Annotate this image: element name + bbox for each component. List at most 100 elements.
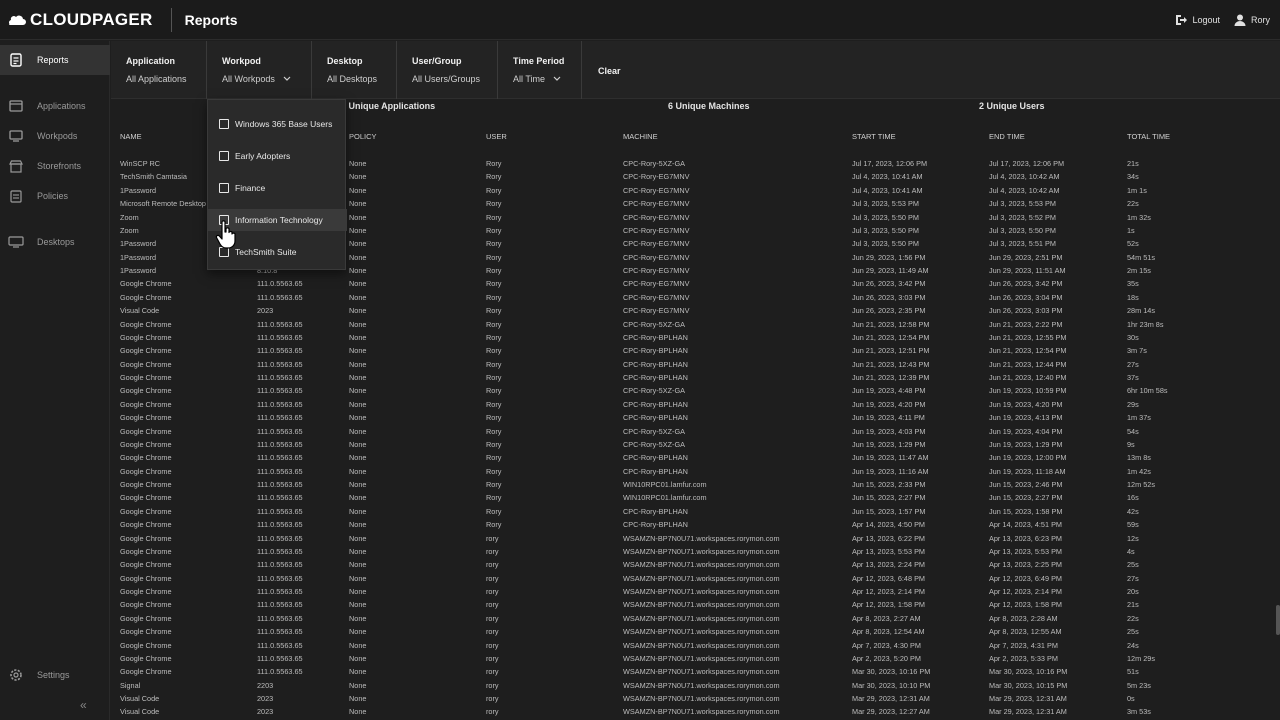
filter-workpod[interactable]: Workpod All Workpods xyxy=(207,41,312,99)
table-row[interactable]: Google Chrome 111.0.5563.65 None Rory CPC-Ro… xyxy=(111,519,1280,532)
table-row[interactable]: Google Chrome 111.0.5563.65 None Rory CPC-Ro… xyxy=(111,506,1280,519)
logout-button[interactable]: Logout xyxy=(1175,14,1220,26)
cell-end-time: Jun 29, 2023, 11:51 AM xyxy=(989,266,1066,275)
cell-version: 111.0.5563.65 xyxy=(257,399,303,409)
clear-filters-button[interactable]: Clear xyxy=(598,66,621,76)
cell-name: 1Password xyxy=(120,185,157,195)
cell-name: Google Chrome xyxy=(120,493,172,503)
cell-machine: WSAMZN-BP7N0U71.workspaces.rorymon.com xyxy=(623,587,780,596)
table-row[interactable]: Google Chrome 111.0.5563.65 None rory WSAMZN… xyxy=(111,613,1280,626)
table-row[interactable]: Google Chrome 111.0.5563.65 None rory WSAMZN… xyxy=(111,640,1280,653)
checkbox[interactable] xyxy=(219,151,229,161)
table-row[interactable]: Google Chrome 111.0.5563.65 None rory WSAMZN… xyxy=(111,573,1280,586)
sidebar-item-desktops[interactable]: Desktops xyxy=(0,227,110,257)
cell-total-time: 5m 23s xyxy=(1127,680,1151,690)
table-row[interactable]: Google Chrome 111.0.5563.65 None Rory CPC-Ro… xyxy=(111,292,1280,305)
table-row[interactable]: Google Chrome 111.0.5563.65 None Rory CPC-Ro… xyxy=(111,278,1280,291)
sidebar-item-storefronts[interactable]: Storefronts xyxy=(0,151,110,181)
cell-machine: CPC-Rory-5XZ-GA xyxy=(623,319,686,329)
column-header-end-time[interactable]: END TIME xyxy=(989,132,1025,141)
sidebar-item-applications[interactable]: Applications xyxy=(0,91,110,121)
cell-start-time: Jun 21, 2023, 12:58 PM xyxy=(852,319,930,329)
scrollbar[interactable] xyxy=(1276,605,1280,635)
cell-policy: None xyxy=(349,359,367,369)
column-header-start-time[interactable]: START TIME xyxy=(852,132,896,141)
sidebar-item-workpods[interactable]: Workpods xyxy=(0,121,110,151)
table-row[interactable]: Google Chrome 111.0.5563.65 None rory WSAMZN… xyxy=(111,546,1280,559)
table-row[interactable]: Google Chrome 111.0.5563.65 None Rory CPC-Ro… xyxy=(111,399,1280,412)
cell-policy: None xyxy=(349,319,367,329)
column-header-policy[interactable]: POLICY xyxy=(349,132,377,141)
table-row[interactable]: Google Chrome 111.0.5563.65 None rory WSAMZN… xyxy=(111,559,1280,572)
cell-end-time: Jun 19, 2023, 11:18 AM xyxy=(989,466,1066,476)
column-header-user[interactable]: USER xyxy=(486,132,507,141)
cell-name: Google Chrome xyxy=(120,613,172,623)
cell-end-time: Mar 29, 2023, 12:31 AM xyxy=(989,694,1067,703)
cell-total-time: 52s xyxy=(1127,239,1139,249)
table-row[interactable]: Google Chrome 111.0.5563.65 None Rory CPC-Ro… xyxy=(111,439,1280,452)
table-row[interactable]: Google Chrome 111.0.5563.65 None Rory CPC-Ro… xyxy=(111,372,1280,385)
filter-time-period[interactable]: Time Period All Time xyxy=(498,41,582,99)
cell-machine: CPC-Rory-5XZ-GA xyxy=(623,426,686,436)
table-row[interactable]: Google Chrome 111.0.5563.65 None Rory CPC-Ro… xyxy=(111,345,1280,358)
filter-desktop[interactable]: Desktop All Desktops xyxy=(312,41,397,99)
cell-start-time: Mar 29, 2023, 12:27 AM xyxy=(852,707,930,717)
cell-start-time: Jul 4, 2023, 10:41 AM xyxy=(852,172,923,182)
table-row[interactable]: Google Chrome 111.0.5563.65 None rory WSAMZN… xyxy=(111,626,1280,639)
top-bar: CLOUDPAGER Reports Logout Rory xyxy=(0,0,1280,40)
cell-total-time: 1hr 23m 8s xyxy=(1127,319,1164,329)
table-row[interactable]: Google Chrome 111.0.5563.65 None Rory CPC-Ro… xyxy=(111,385,1280,398)
cell-end-time: Jun 21, 2023, 12:55 PM xyxy=(989,332,1067,342)
sidebar-item-policies[interactable]: Policies xyxy=(0,181,110,211)
sidebar-item-settings[interactable]: Settings xyxy=(0,660,110,690)
table-row[interactable]: Visual Code 2023 None Rory CPC-Rory-EG7MNV Ju… xyxy=(111,305,1280,318)
cell-machine: CPC-Rory-BPLHAN xyxy=(623,373,688,382)
workpod-option[interactable]: Early Adopters xyxy=(208,145,347,167)
table-row[interactable]: Google Chrome 111.0.5563.65 None rory WSAMZN… xyxy=(111,653,1280,666)
column-header-name[interactable]: NAME xyxy=(120,132,142,141)
cell-total-time: 2m 15s xyxy=(1127,266,1151,275)
table-row[interactable]: Google Chrome 111.0.5563.65 None rory WSAMZN… xyxy=(111,666,1280,679)
table-row[interactable]: Google Chrome 111.0.5563.65 None Rory CPC-Ro… xyxy=(111,332,1280,345)
cell-policy: None xyxy=(349,694,367,703)
cell-user: rory xyxy=(486,533,499,543)
column-header-total-time[interactable]: TOTAL TIME xyxy=(1127,132,1170,141)
table-row[interactable]: Google Chrome 111.0.5563.65 None Rory CPC-Ro… xyxy=(111,426,1280,439)
table-row[interactable]: Visual Code 2023 None rory WSAMZN-BP7N0U71.w… xyxy=(111,706,1280,719)
table-row[interactable]: Google Chrome 111.0.5563.65 None Rory WIN10R… xyxy=(111,492,1280,505)
workpod-option[interactable]: Finance xyxy=(208,177,347,199)
table-row[interactable]: Signal 2203 None rory WSAMZN-BP7N0U71.worksp… xyxy=(111,680,1280,693)
user-menu[interactable]: Rory xyxy=(1234,14,1270,26)
cell-end-time: Jun 26, 2023, 3:04 PM xyxy=(989,292,1063,302)
sidebar-item-reports[interactable]: Reports xyxy=(0,45,110,75)
filter-user-group[interactable]: User/Group All Users/Groups xyxy=(397,41,498,99)
filter-application[interactable]: Application All Applications xyxy=(111,41,207,99)
table-row[interactable]: Visual Code 2023 None rory WSAMZN-BP7N0U71.w… xyxy=(111,693,1280,706)
checkbox[interactable] xyxy=(219,183,229,193)
table-row[interactable]: Google Chrome 111.0.5563.65 None Rory CPC-Ro… xyxy=(111,466,1280,479)
checkbox[interactable] xyxy=(219,119,229,129)
table-row[interactable]: Google Chrome 111.0.5563.65 None Rory CPC-Ro… xyxy=(111,319,1280,332)
workpod-option[interactable]: Windows 365 Base Users xyxy=(208,113,347,135)
table-row[interactable]: Google Chrome 111.0.5563.65 None rory WSAMZN… xyxy=(111,586,1280,599)
cell-start-time: Apr 8, 2023, 12:54 AM xyxy=(852,627,925,637)
cell-start-time: Apr 12, 2023, 2:14 PM xyxy=(852,587,926,596)
cell-total-time: 25s xyxy=(1127,627,1139,637)
collapse-sidebar-button[interactable]: « xyxy=(80,698,87,712)
table-row[interactable]: Google Chrome 111.0.5563.65 None Rory CPC-Ro… xyxy=(111,452,1280,465)
table-row[interactable]: Google Chrome 111.0.5563.65 None Rory WIN10R… xyxy=(111,479,1280,492)
table-row[interactable]: Google Chrome 111.0.5563.65 None rory WSAMZN… xyxy=(111,533,1280,546)
cell-end-time: Jun 21, 2023, 2:22 PM xyxy=(989,319,1063,329)
cell-user: Rory xyxy=(486,159,502,168)
cell-machine: CPC-Rory-BPLHAN xyxy=(623,506,688,516)
logo[interactable]: CLOUDPAGER xyxy=(8,10,153,30)
cell-end-time: Jun 15, 2023, 1:58 PM xyxy=(989,506,1063,516)
table-row[interactable]: Google Chrome 111.0.5563.65 None Rory CPC-Ro… xyxy=(111,412,1280,425)
cell-start-time: Jul 17, 2023, 12:06 PM xyxy=(852,159,928,168)
column-header-machine[interactable]: MACHINE xyxy=(623,132,658,141)
cell-machine: WSAMZN-BP7N0U71.workspaces.rorymon.com xyxy=(623,613,780,623)
table-row[interactable]: Google Chrome 111.0.5563.65 None rory WSAMZN… xyxy=(111,599,1280,612)
cell-end-time: Mar 30, 2023, 10:15 PM xyxy=(989,680,1068,690)
cell-policy: None xyxy=(349,653,367,663)
table-row[interactable]: Google Chrome 111.0.5563.65 None Rory CPC-Ro… xyxy=(111,359,1280,372)
